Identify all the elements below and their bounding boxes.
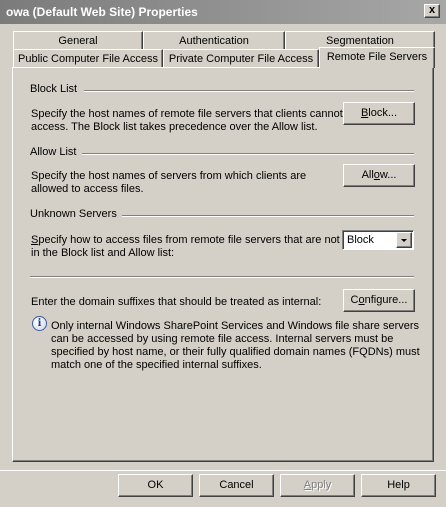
- tab-private-computer-file-access[interactable]: Private Computer File Access: [163, 49, 319, 68]
- tab-general[interactable]: General: [13, 31, 143, 50]
- tab-remote-file-servers[interactable]: Remote File Servers: [319, 47, 435, 68]
- internal-suffix-label: Enter the domain suffixes that should be…: [31, 296, 322, 308]
- close-button[interactable]: x: [424, 4, 440, 18]
- block-list-heading: Block List: [30, 83, 78, 95]
- cancel-button[interactable]: Cancel: [199, 474, 274, 497]
- unknown-servers-select-value: Block: [347, 234, 374, 246]
- info-icon: i: [32, 316, 47, 331]
- chevron-down-icon[interactable]: [396, 232, 412, 248]
- unknown-servers-select[interactable]: Block: [342, 230, 414, 250]
- tab-authentication[interactable]: Authentication: [143, 31, 285, 50]
- unknown-servers-heading: Unknown Servers: [30, 208, 117, 220]
- info-message: Only internal Windows SharePoint Service…: [51, 320, 420, 371]
- help-button[interactable]: Help: [361, 474, 436, 497]
- allow-list-description: Specify the host names of servers from w…: [31, 170, 307, 195]
- window-title-bar: owa (Default Web Site) Properties: [0, 0, 446, 24]
- configure-button[interactable]: Configure...: [343, 289, 415, 312]
- internal-section-divider: [30, 276, 414, 278]
- apply-button[interactable]: Apply: [280, 474, 355, 497]
- allow-list-divider: [82, 153, 414, 155]
- tab-public-computer-file-access[interactable]: Public Computer File Access: [13, 49, 163, 68]
- unknown-servers-description: Specify how to access files from remote …: [31, 234, 340, 259]
- unknown-servers-divider: [122, 215, 414, 217]
- block-list-divider: [84, 90, 414, 92]
- block-button[interactable]: Block...: [343, 102, 415, 125]
- allow-list-heading: Allow List: [30, 146, 77, 158]
- ok-button[interactable]: OK: [118, 474, 193, 497]
- allow-button[interactable]: Allow...: [343, 164, 415, 187]
- footer-divider: [0, 470, 446, 471]
- window-title: owa (Default Web Site) Properties: [6, 5, 198, 19]
- block-list-description: Specify the host names of remote file se…: [31, 108, 343, 133]
